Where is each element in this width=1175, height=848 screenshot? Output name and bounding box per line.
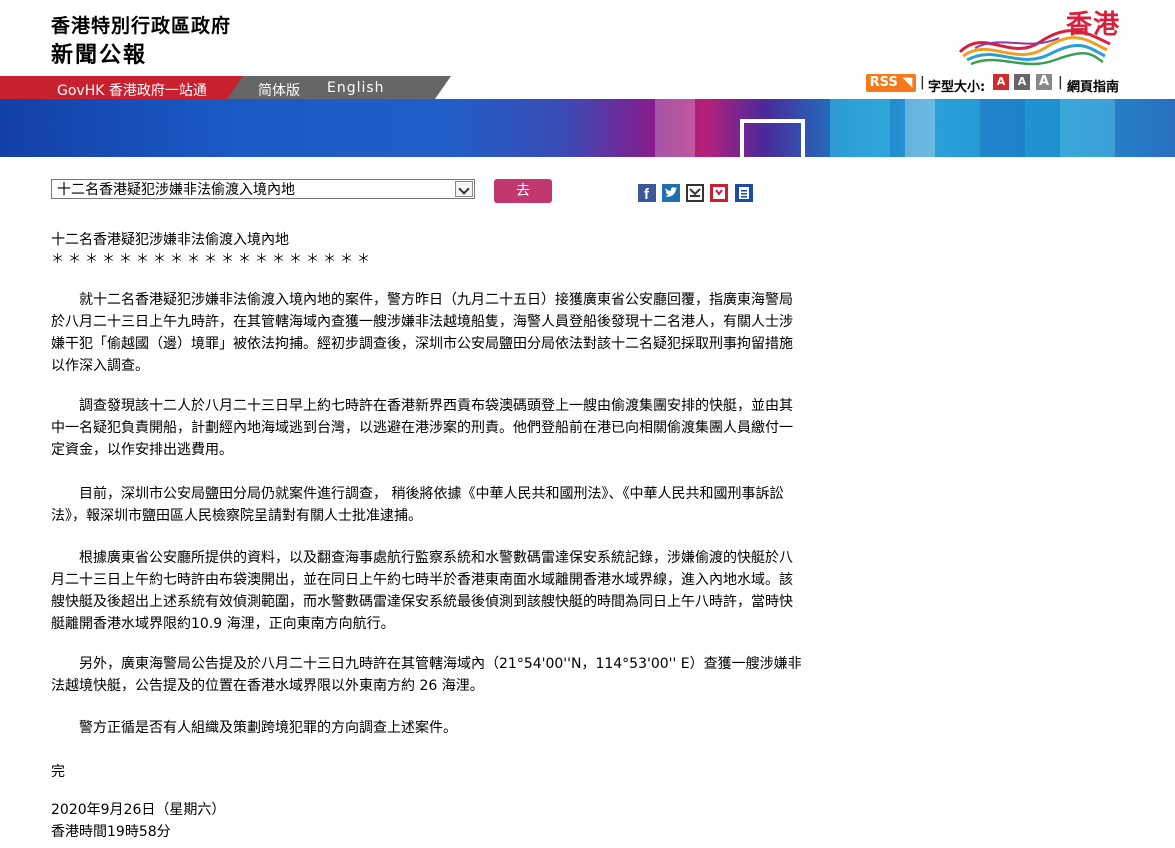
article-paragraph: 根據廣東省公安廳所提供的資料，以及翻查海事處航行監察系統和水警數碼雷達保安系統記…: [51, 550, 793, 632]
article-paragraph: 目前，深圳市公安局鹽田分局仍就案件進行調查， 稍後將依據《中華人民共和國刑法》、…: [51, 486, 784, 524]
article-paragraph: 調查發現該十二人於八月二十三日早上約七時許在香港新界西貢布袋澳碼頭登上一艘由偷渡…: [51, 398, 793, 458]
section-name[interactable]: 新聞公報: [51, 37, 147, 69]
font-size-small-button[interactable]: A: [993, 74, 1009, 90]
govhk-link[interactable]: GovHK 香港政府一站通: [57, 80, 207, 100]
release-date: 2020年9月26日（星期六）: [51, 802, 226, 818]
banner-highlight: [905, 99, 935, 157]
banner-highlight: [980, 99, 1025, 157]
gov-name[interactable]: 香港特別行政區政府: [51, 11, 231, 38]
email-icon[interactable]: [686, 184, 704, 202]
article-paragraph: 另外，廣東海警局公告提及於八月二十三日九時許在其管轄海域內（21°54'00''…: [51, 656, 802, 694]
print-icon[interactable]: [735, 184, 753, 202]
article-paragraph: 警方正循是否有人組織及策劃跨境犯罪的方向調查上述案件。: [79, 720, 457, 736]
banner-highlight: [830, 99, 890, 157]
divider: |: [920, 75, 925, 90]
divider: |: [1058, 75, 1063, 90]
end-mark: 完: [51, 764, 65, 780]
header-banner-image: [0, 99, 1175, 157]
font-size-large-button[interactable]: A: [1036, 74, 1052, 90]
banner-highlight: [655, 99, 695, 157]
title-separator: ＊＊＊＊＊＊＊＊＊＊＊＊＊＊＊＊＊＊＊: [51, 252, 375, 267]
rss-icon[interactable]: RSS ◥: [866, 74, 916, 92]
release-time: 香港時間19時58分: [51, 824, 171, 840]
twitter-icon[interactable]: [662, 184, 680, 202]
brand-hong-kong-logo[interactable]: 香港: [955, 4, 1120, 66]
banner-highlight: [1060, 99, 1115, 157]
font-size-label: 字型大小:: [928, 80, 986, 95]
site-guide-link[interactable]: 網頁指南: [1067, 76, 1119, 95]
facebook-icon[interactable]: f: [638, 184, 656, 202]
simplified-chinese-link[interactable]: 简体版: [258, 80, 300, 100]
english-link[interactable]: English: [327, 80, 385, 96]
press-release-select[interactable]: 十二名香港疑犯涉嫌非法偷渡入境內地: [51, 179, 475, 199]
bookmark-icon[interactable]: [710, 184, 728, 202]
rss-label: RSS: [869, 75, 898, 90]
article-title: 十二名香港疑犯涉嫌非法偷渡入境內地: [51, 232, 289, 248]
font-size-medium-button[interactable]: A: [1014, 74, 1030, 90]
brand-ribbon-icon: [958, 29, 1111, 66]
article-paragraph: 就十二名香港疑犯涉嫌非法偷渡入境內地的案件，警方昨日（九月二十五日）接獲廣東省公…: [51, 292, 793, 374]
chevron-down-icon[interactable]: [455, 181, 473, 197]
select-value: 十二名香港疑犯涉嫌非法偷渡入境內地: [57, 182, 295, 198]
banner-frame: [740, 119, 805, 157]
go-button[interactable]: 去: [494, 179, 552, 203]
